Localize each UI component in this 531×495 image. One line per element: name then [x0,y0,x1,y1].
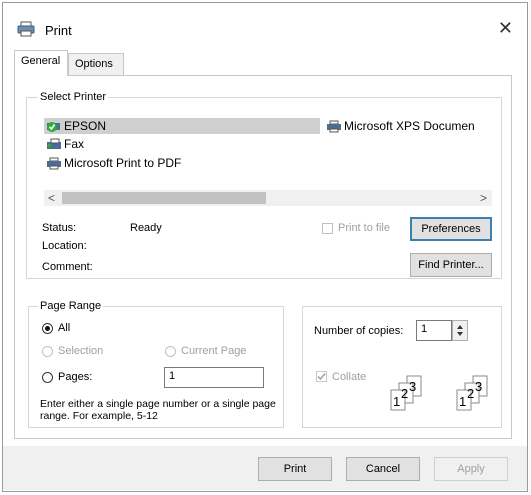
find-printer-button[interactable]: Find Printer... [410,253,492,277]
fax-icon [46,138,62,150]
printer-item-label: Microsoft Print to PDF [64,156,182,170]
tab-general[interactable]: General [14,50,68,76]
printer-icon [46,157,62,170]
current-page-radio[interactable] [165,346,176,357]
number-of-copies-label: Number of copies: [314,325,404,337]
svg-text:2: 2 [401,386,408,401]
scrollbar-thumb[interactable] [62,192,266,204]
comment-label: Comment: [42,261,93,273]
svg-text:3: 3 [409,379,416,394]
location-label: Location: [42,240,87,252]
printer-item-epson[interactable]: EPSON [46,119,106,133]
printer-item-pdf[interactable]: Microsoft Print to PDF [46,156,181,170]
tab-general-label: General [21,55,61,67]
page-range-legend: Page Range [38,300,104,312]
select-printer-legend: Select Printer [38,91,109,103]
pages-input[interactable]: 1 [164,367,264,388]
print-to-file-checkbox[interactable] [322,223,333,234]
current-page-label: Current Page [181,345,247,357]
all-label: All [58,322,71,334]
status-value: Ready [130,222,162,234]
svg-text:2: 2 [467,386,474,401]
printer-item-xps[interactable]: Microsoft XPS Documen [326,119,475,133]
status-label: Status: [42,222,77,234]
printer-item-fax[interactable]: Fax [46,137,84,151]
printer-item-label: Fax [64,137,85,151]
svg-text:1: 1 [459,394,466,409]
tab-options[interactable]: Options [68,53,124,75]
copies-stepper[interactable] [452,320,468,341]
collate-illustration-icon: 321 321 [385,375,495,416]
printer-default-icon [46,120,62,132]
print-to-file-label: Print to file [338,222,390,234]
preferences-button[interactable]: Preferences [410,217,492,241]
printer-item-label: Microsoft XPS Documen [344,119,475,133]
scroll-left-icon[interactable]: < [48,191,55,205]
svg-text:3: 3 [475,379,482,394]
title-bar: Print ✕ [3,3,527,49]
selection-label: Selection [58,345,104,357]
cancel-button[interactable]: Cancel [346,457,420,481]
close-icon[interactable]: ✕ [498,18,513,39]
selection-radio[interactable] [42,346,53,357]
pages-label: Pages: [58,371,93,383]
all-radio[interactable] [42,323,53,334]
collate-checkbox[interactable] [316,371,327,382]
printer-icon [326,120,342,133]
pages-radio[interactable] [42,372,53,383]
printer-item-label: EPSON [64,119,107,133]
print-button[interactable]: Print [258,457,332,481]
collate-label: Collate [332,371,367,383]
copies-input[interactable]: 1 [416,320,452,341]
page-range-hint: Enter either a single page number or a s… [40,398,276,422]
tab-options-label: Options [75,58,113,70]
window-title: Print [45,23,72,38]
svg-text:1: 1 [393,394,400,409]
scroll-right-icon[interactable]: > [480,191,487,205]
apply-button[interactable]: Apply [434,457,508,481]
printer-icon [17,21,35,40]
